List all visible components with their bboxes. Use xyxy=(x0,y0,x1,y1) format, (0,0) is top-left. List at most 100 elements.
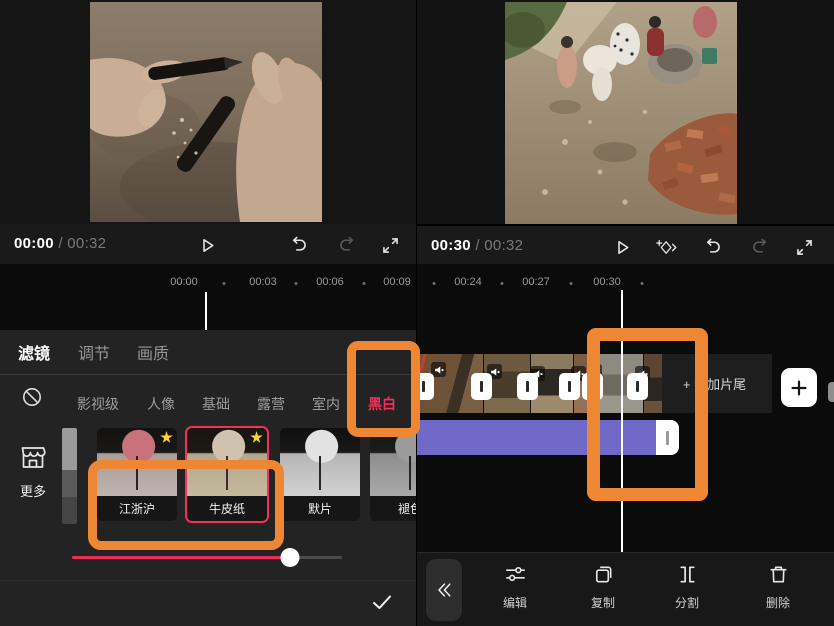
transition-button[interactable] xyxy=(559,373,580,400)
filter-name: 江浙沪 xyxy=(97,496,177,521)
filter-tile-jiangzhehu[interactable]: 江浙沪 xyxy=(95,426,179,523)
collapse-toolbar-button[interactable] xyxy=(426,559,462,621)
left-timeline[interactable]: 00:00 00:03 00:06 00:09 xyxy=(0,264,416,330)
transition-button[interactable] xyxy=(627,373,648,400)
ruler-dot xyxy=(501,282,504,285)
confirm-row xyxy=(0,581,416,626)
add-clip-button[interactable] xyxy=(781,368,817,407)
store-icon xyxy=(18,442,48,472)
left-screen: 00:00 / 00:32 00:00 00:03 00:06 xyxy=(0,0,416,626)
left-time-display: 00:00 / 00:32 xyxy=(14,235,106,252)
play-icon xyxy=(612,237,633,258)
undo-icon xyxy=(702,237,723,258)
copy-label: 复制 xyxy=(573,594,633,611)
right-duration: 00:32 xyxy=(484,237,523,254)
star-icon xyxy=(160,431,173,444)
split-button[interactable]: 分割 xyxy=(657,563,717,611)
tab-filter[interactable]: 滤镜 xyxy=(18,340,50,364)
sliders-icon xyxy=(504,563,527,586)
delete-button[interactable]: 删除 xyxy=(748,563,808,611)
left-playhead[interactable] xyxy=(205,292,207,330)
add-ending-label: + 添加片尾 xyxy=(683,374,746,393)
transition-button[interactable] xyxy=(471,373,492,400)
left-transport-bar: 00:00 / 00:32 xyxy=(0,224,416,264)
ruler-dot xyxy=(641,282,644,285)
right-current-time: 00:30 xyxy=(431,237,471,254)
category-camping[interactable]: 露营 xyxy=(257,394,285,414)
ruler-label: 00:24 xyxy=(454,276,482,288)
plus-icon xyxy=(788,377,810,399)
right-transport-bar: 00:30 / 00:32 xyxy=(417,226,834,264)
track-trim-handle[interactable] xyxy=(656,420,679,455)
delete-label: 删除 xyxy=(748,594,808,611)
fullscreen-icon xyxy=(380,235,401,256)
ruler-label: 00:03 xyxy=(249,276,277,288)
edit-label: 编辑 xyxy=(485,594,545,611)
left-redo-button[interactable] xyxy=(333,231,361,259)
left-undo-button[interactable] xyxy=(284,231,312,259)
right-fullscreen-button[interactable] xyxy=(790,233,818,261)
filter-strip-scroll-edge xyxy=(62,428,77,524)
clip-toolbar: 编辑 复制 分割 删除 xyxy=(417,552,834,626)
keyframe-button[interactable] xyxy=(652,233,680,261)
ruler-label: 00:06 xyxy=(316,276,344,288)
transition-button[interactable] xyxy=(417,373,434,400)
tab-adjust[interactable]: 调节 xyxy=(78,340,110,364)
right-preview-image xyxy=(505,2,737,224)
more-filters-button[interactable]: 更多 xyxy=(16,442,50,500)
left-fullscreen-button[interactable] xyxy=(376,231,404,259)
add-ending-button[interactable]: + 添加片尾 xyxy=(657,354,772,413)
left-duration: 00:32 xyxy=(67,235,106,252)
category-blackwhite[interactable]: 黑白 xyxy=(368,394,396,414)
filter-tile-mopian[interactable]: 默片 xyxy=(278,426,362,523)
ruler-dot xyxy=(363,282,366,285)
right-playhead[interactable] xyxy=(621,290,623,552)
filter-thumbnail xyxy=(370,428,416,496)
category-basic[interactable]: 基础 xyxy=(202,394,230,414)
trash-icon xyxy=(767,563,790,586)
keyframe-icon xyxy=(656,237,677,258)
ruler-dot xyxy=(433,282,436,285)
right-timeline[interactable]: 00:24 00:27 00:30 xyxy=(417,264,834,552)
ruler-label: 00:30 xyxy=(593,276,621,288)
left-video-preview xyxy=(0,0,416,224)
filter-name: 默片 xyxy=(280,496,360,521)
slider-knob[interactable] xyxy=(281,548,300,567)
right-redo-button[interactable] xyxy=(746,233,774,261)
redo-icon xyxy=(337,235,358,256)
left-current-time: 00:00 xyxy=(14,235,54,252)
filter-panel: 滤镜 调节 画质 影视级 人像 基础 露营 室内 黑白 更多 xyxy=(0,330,416,626)
ruler-dot xyxy=(223,282,226,285)
ruler-label: 00:27 xyxy=(522,276,550,288)
right-time-separator: / xyxy=(475,237,479,254)
filter-name: 褪色 xyxy=(370,496,416,521)
filter-intensity-slider[interactable] xyxy=(72,556,342,559)
right-screen: 00:30 / 00:32 00:24 00:27 xyxy=(417,0,834,626)
no-filter-button[interactable] xyxy=(21,386,43,408)
split-icon xyxy=(676,563,699,586)
ruler-label: 00:09 xyxy=(383,276,411,288)
transition-button[interactable] xyxy=(582,373,603,400)
video-track[interactable] xyxy=(417,354,662,413)
transition-button[interactable] xyxy=(517,373,538,400)
filter-tile-tuise[interactable]: 褪色 xyxy=(368,426,416,523)
slider-fill xyxy=(72,556,290,559)
category-cinematic[interactable]: 影视级 xyxy=(77,394,119,414)
right-video-preview xyxy=(417,0,834,224)
split-label: 分割 xyxy=(657,594,717,611)
left-play-button[interactable] xyxy=(193,231,221,259)
tab-quality[interactable]: 画质 xyxy=(137,340,169,364)
ruler-label: 00:00 xyxy=(170,276,198,288)
dual-editor-screenshot: 00:00 / 00:32 00:00 00:03 00:06 xyxy=(0,0,834,626)
category-portrait[interactable]: 人像 xyxy=(147,394,175,414)
category-indoor[interactable]: 室内 xyxy=(312,394,340,414)
edit-button[interactable]: 编辑 xyxy=(485,563,545,611)
confirm-button[interactable] xyxy=(370,590,398,618)
right-undo-button[interactable] xyxy=(698,233,726,261)
filter-tile-niupizhi-selected[interactable]: 牛皮纸 xyxy=(185,426,269,523)
edge-element xyxy=(828,382,834,402)
star-icon xyxy=(250,431,263,444)
filter-thumbnail xyxy=(97,428,177,496)
copy-button[interactable]: 复制 xyxy=(573,563,633,611)
right-play-button[interactable] xyxy=(608,233,636,261)
